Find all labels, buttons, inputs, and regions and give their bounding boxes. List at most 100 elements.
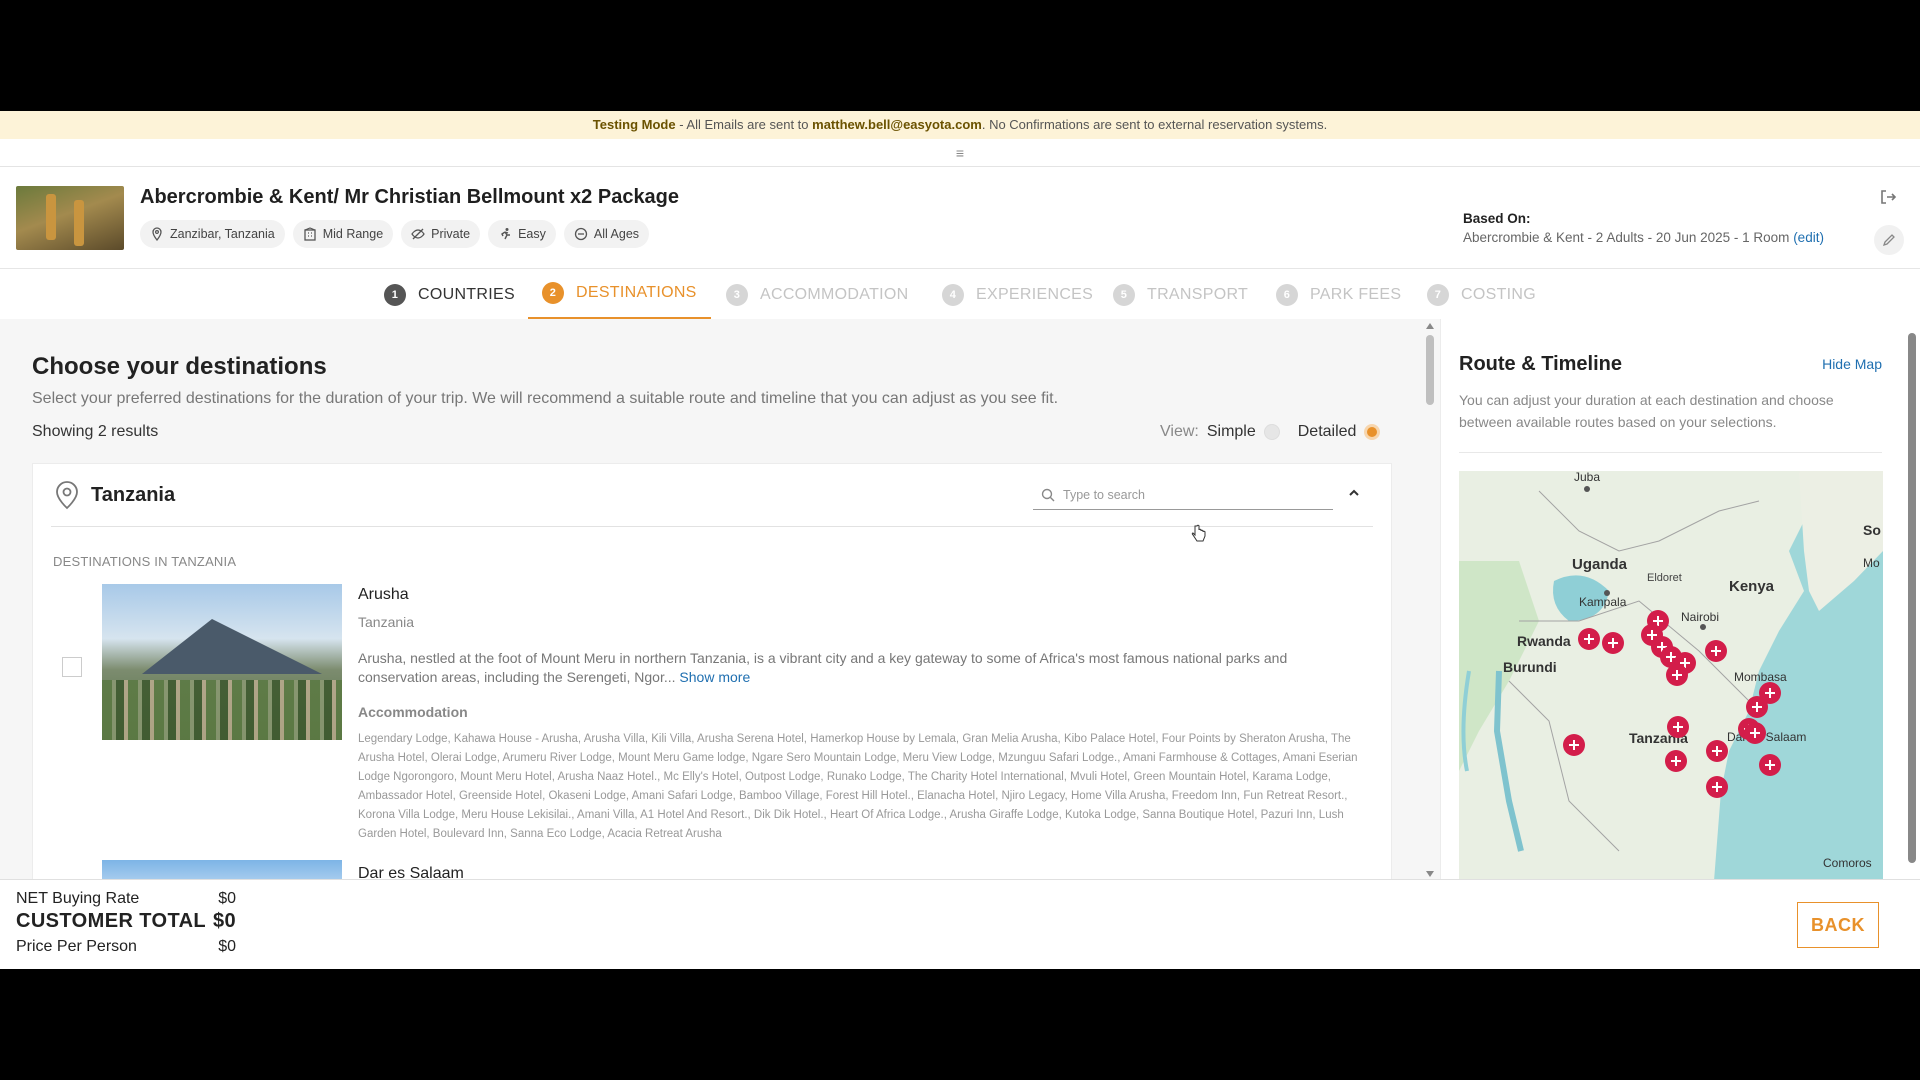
map-marker-icon — [1706, 776, 1728, 798]
destination-checkbox[interactable] — [62, 657, 82, 677]
based-on-label: Based On: — [1463, 211, 1531, 226]
map-label: Uganda — [1572, 556, 1628, 573]
map-marker-icon — [1705, 640, 1727, 662]
tag-location: Zanzibar, Tanzania — [140, 220, 285, 248]
side-scrollbar[interactable] — [1906, 319, 1918, 879]
country-card: Tanzania DESTINATIONS IN TANZANIA Arusha… — [32, 463, 1392, 879]
description-text: Arusha, nestled at the foot of Mount Mer… — [358, 650, 1288, 685]
package-title: Abercrombie & Kent/ Mr Christian Bellmou… — [140, 186, 680, 208]
back-button[interactable]: BACK — [1797, 902, 1879, 948]
step-number: 6 — [1276, 283, 1298, 306]
pencil-icon — [1882, 234, 1895, 247]
step-countries[interactable]: 1 COUNTRIES — [384, 269, 515, 320]
step-number: 5 — [1113, 283, 1135, 306]
section-label: DESTINATIONS IN TANZANIA — [53, 554, 237, 569]
step-park-fees[interactable]: 6 PARK FEES — [1276, 269, 1401, 320]
banner-email: matthew.bell@easyota.com — [812, 117, 982, 132]
route-map[interactable]: Juba Uganda Kenya Kampala Eldoret Nairob… — [1459, 471, 1883, 879]
page-title: Choose your destinations — [32, 353, 327, 380]
step-accommodation[interactable]: 3 ACCOMMODATION — [726, 269, 909, 320]
building-icon — [304, 227, 316, 241]
ppp-value: $0 — [218, 938, 236, 955]
destination-name: Arusha — [358, 586, 409, 603]
running-icon — [501, 228, 511, 240]
tag-ages: All Ages — [563, 220, 650, 248]
show-more-link[interactable]: Show more — [679, 669, 750, 685]
total-label: CUSTOMER TOTAL — [16, 910, 207, 932]
package-header: Abercrombie & Kent/ Mr Christian Bellmou… — [0, 167, 1920, 269]
step-number: 4 — [942, 283, 964, 306]
chevron-up-icon[interactable] — [1347, 486, 1361, 500]
results-count: Showing 2 results — [32, 423, 159, 440]
map-marker-icon — [1602, 632, 1624, 654]
app-window: Testing Mode - All Emails are sent to ma… — [0, 111, 1920, 969]
tag-label: Zanzibar, Tanzania — [170, 227, 275, 241]
package-tags: Zanzibar, Tanzania Mid Range Private Eas… — [140, 220, 650, 248]
tag-privacy: Private — [401, 220, 481, 248]
map-label: Nairobi — [1681, 610, 1719, 624]
hamburger-icon[interactable]: ≡ — [956, 145, 964, 161]
step-label: ACCOMMODATION — [760, 285, 909, 303]
map-label: Burundi — [1503, 659, 1557, 675]
ppp-label: Price Per Person — [16, 938, 137, 955]
step-costing[interactable]: 7 COSTING — [1427, 269, 1536, 320]
map-marker-icon — [1665, 750, 1687, 772]
tag-label: Easy — [518, 227, 546, 241]
net-label: NET Buying Rate — [16, 890, 140, 907]
step-number: 2 — [542, 282, 564, 304]
page-subtitle: Select your preferred destinations for t… — [32, 390, 1059, 407]
total-value: $0 — [212, 910, 236, 932]
step-number: 7 — [1427, 283, 1449, 306]
country-name: Tanzania — [91, 483, 176, 506]
package-thumbnail — [16, 186, 124, 250]
net-value: $0 — [218, 890, 236, 907]
edit-button[interactable] — [1874, 225, 1904, 255]
main-scrollbar[interactable] — [1422, 319, 1438, 879]
destination-image — [102, 584, 342, 740]
step-label: TRANSPORT — [1147, 285, 1249, 303]
map-pin-icon — [152, 227, 162, 241]
map-label: Kenya — [1729, 578, 1775, 595]
map-label: Rwanda — [1517, 633, 1571, 649]
accommodation-list: Legendary Lodge, Kahawa House - Arusha, … — [358, 733, 1358, 840]
step-experiences[interactable]: 4 EXPERIENCES — [942, 269, 1093, 320]
banner-text-2: . No Confirmations are sent to external … — [981, 117, 1328, 132]
search-input[interactable] — [1063, 487, 1313, 502]
tag-label: All Ages — [593, 227, 640, 241]
exit-icon[interactable] — [1878, 187, 1898, 207]
based-on: Based On: Abercrombie & Kent - 2 Adults … — [1463, 211, 1824, 245]
map-marker-icon — [1746, 696, 1768, 718]
country-header: Tanzania — [53, 480, 175, 510]
map-canvas: Juba Uganda Kenya Kampala Eldoret Nairob… — [1459, 471, 1883, 879]
step-transport[interactable]: 5 TRANSPORT — [1113, 269, 1248, 320]
menu-toggle[interactable]: ≡ — [0, 139, 1920, 167]
map-marker-icon — [1744, 722, 1766, 744]
step-number: 1 — [384, 283, 406, 306]
tag-label: Private — [431, 227, 471, 241]
price-footer: NET Buying Rate $0 CUSTOMER TOTAL $0 Price… — [0, 879, 1920, 969]
map-label: Juba — [1574, 471, 1600, 484]
map-marker-icon — [1666, 664, 1688, 686]
destination-search[interactable] — [1033, 480, 1333, 510]
hide-map-link[interactable]: Hide Map — [1822, 356, 1882, 372]
view-detailed-label: Detailed — [1297, 423, 1357, 440]
step-label: COSTING — [1461, 285, 1536, 303]
route-title: Route & Timeline — [1459, 353, 1622, 375]
tag-budget: Mid Range — [292, 220, 394, 248]
eye-slash-icon — [411, 228, 425, 240]
map-label: Comoros — [1823, 856, 1872, 870]
route-timeline-panel: Route & Timeline Hide Map You can adjust… — [1440, 319, 1920, 879]
destinations-panel: Choose your destinations Select your pre… — [0, 319, 1440, 879]
map-marker-icon — [1759, 754, 1781, 776]
view-detailed-radio[interactable] — [1364, 424, 1381, 440]
map-label: So — [1863, 522, 1881, 538]
edit-link[interactable]: (edit) — [1793, 230, 1824, 245]
view-label: View: — [1160, 423, 1199, 440]
tag-label: Mid Range — [322, 227, 384, 241]
view-simple-radio[interactable] — [1263, 424, 1280, 440]
search-icon — [1041, 488, 1055, 501]
wizard-steps: 1 COUNTRIES 2 DESTINATIONS 3 ACCOMMODATION … — [0, 269, 1920, 320]
map-marker-icon — [1563, 734, 1585, 756]
tag-difficulty: Easy — [488, 220, 556, 248]
step-destinations[interactable]: 2 DESTINATIONS — [528, 269, 711, 320]
